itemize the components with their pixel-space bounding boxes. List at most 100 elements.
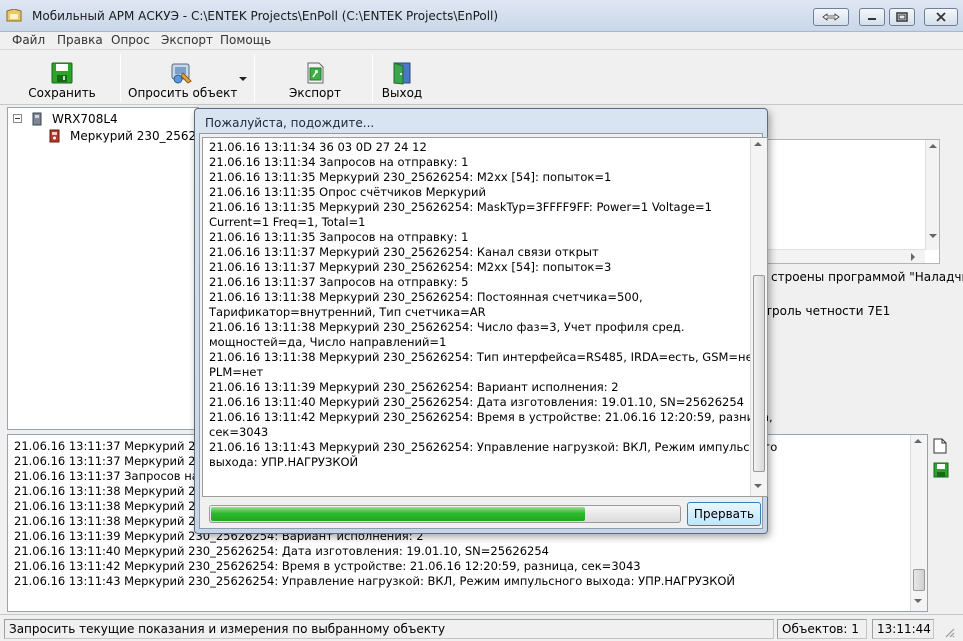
toolbar: Сохранить Опросить объект Экспорт Выход [0, 49, 963, 105]
scroll-down-icon[interactable] [914, 599, 922, 603]
log-line: 21.06.16 13:11:37 Меркурий 230_ [14, 454, 216, 468]
progress-dialog: Пожалуйста, подождите... 21.06.16 13:11:… [194, 108, 777, 534]
log-vertical-scrollbar[interactable] [910, 435, 927, 611]
save-label: Сохранить [28, 86, 96, 100]
scroll-right-icon[interactable] [911, 253, 915, 261]
log-line: 21.06.16 13:11:40 Меркурий 230_25626254:… [14, 544, 549, 558]
dialog-log-line: мощностей=да, Число направлений=1 [209, 335, 447, 349]
object-info-pane: строены программой "Наладчик троль четно… [765, 107, 963, 430]
export-icon [307, 62, 324, 84]
dialog-log-line: 21.06.16 13:11:37 Меркурий 230_25626254:… [209, 245, 599, 259]
log-line: 21.06.16 13:11:38 Меркурий 230_ [14, 499, 216, 513]
tree-collapse-toggle[interactable] [13, 114, 22, 123]
toolbar-separator [254, 54, 255, 102]
dialog-body: 21.06.16 13:11:34 36 03 0D 27 24 12 21.06… [199, 133, 777, 529]
switch-window-button[interactable] [813, 8, 849, 26]
meter-icon [48, 129, 62, 146]
poll-dropdown-arrow-icon[interactable] [239, 77, 247, 81]
scroll-up-icon[interactable] [929, 144, 937, 148]
minimize-button[interactable] [859, 8, 885, 26]
dialog-log-line: 21.06.16 13:11:39 Меркурий 230_25626254:… [209, 380, 619, 394]
dialog-log-line: 21.06.16 13:11:38 Меркурий 230_25626254:… [209, 350, 764, 364]
status-bar: Запросить текущие показания и измерения … [0, 614, 963, 641]
exit-button[interactable]: Выход [377, 53, 427, 103]
dialog-log-line: 21.06.16 13:11:34 Запросов на отправку: … [209, 155, 469, 169]
log-line: 21.06.16 13:11:37 Меркурий 230_ [14, 439, 216, 453]
exit-door-icon [393, 62, 411, 85]
dialog-log-line: 21.06.16 13:11:42 Меркурий 230_25626254:… [209, 410, 773, 424]
double-arrow-icon [822, 13, 840, 21]
poll-object-button[interactable]: Опросить объект [128, 53, 238, 103]
info-line: строены программой "Наладчик [771, 270, 963, 284]
scroll-up-icon[interactable] [754, 142, 762, 146]
dialog-log-line: PLM=нет [209, 365, 264, 379]
status-object-count: Объектов: 1 [777, 619, 867, 639]
restore-icon [896, 12, 908, 22]
menu-bar: Файл Правка Опрос Экспорт Помощь [0, 32, 963, 49]
log-line: 21.06.16 13:11:38 Меркурий 230_ [14, 484, 216, 498]
log-line: 21.06.16 13:11:42 Меркурий 230_25626254:… [14, 559, 641, 573]
scroll-down-icon[interactable] [929, 234, 937, 238]
dialog-log-line: 21.06.16 13:11:35 Запросов на отправку: … [209, 230, 469, 244]
toolbar-separator [372, 54, 373, 102]
scroll-up-icon[interactable] [914, 439, 922, 443]
save-icon [51, 62, 73, 84]
scroll-down-icon[interactable] [754, 484, 762, 488]
resize-grip-icon[interactable] [943, 626, 955, 641]
export-label: Экспорт [288, 86, 342, 100]
dialog-log-line: 21.06.16 13:11:37 Запросов на отправку: … [209, 275, 469, 289]
toolbar-separator [120, 54, 121, 102]
object-tree: WRX708L4 Меркурий 230_25626254 [7, 107, 227, 430]
info-line: троль четности 7E1 [765, 304, 891, 318]
menu-help[interactable]: Помощь [220, 33, 271, 47]
close-button[interactable] [924, 8, 958, 26]
menu-export[interactable]: Экспорт [161, 33, 213, 47]
tree-root-item[interactable]: WRX708L4 [52, 112, 118, 126]
status-clock: 13:11:44 [872, 619, 934, 639]
info-horizontal-scrollbar[interactable] [765, 249, 925, 263]
log-scroll-thumb[interactable] [913, 569, 925, 591]
close-icon [936, 12, 946, 22]
maximize-button[interactable] [889, 8, 915, 26]
dialog-log-line: Тарификатор=внутренний, Тип счетчика=AR [209, 305, 486, 319]
save-button[interactable]: Сохранить [22, 53, 102, 103]
save-log-icon[interactable] [933, 462, 949, 481]
info-text-box [765, 139, 940, 264]
dialog-log-line: 21.06.16 13:11:35 Меркурий 230_25626254:… [209, 170, 612, 184]
dialog-log-line: 21.06.16 13:11:37 Меркурий 230_25626254:… [209, 260, 612, 274]
progress-bar-fill [211, 507, 585, 521]
menu-poll[interactable]: Опрос [111, 33, 150, 47]
dialog-log-line: сек=3043 [209, 425, 269, 439]
dialog-log-line: Current=1 Freq=1, Total=1 [209, 215, 366, 229]
log-side-tools [931, 438, 953, 488]
dialog-vertical-scrollbar[interactable] [750, 138, 767, 496]
menu-file[interactable]: Файл [12, 33, 45, 47]
log-line: 21.06.16 13:11:43 Меркурий 230_25626254:… [14, 574, 736, 588]
title-bar: Мобильный АРМ АСКУЭ - C:\ENTEK Projects\… [0, 0, 963, 32]
status-hint: Запросить текущие показания и измерения … [4, 619, 774, 639]
dialog-log-line: 21.06.16 13:11:38 Меркурий 230_25626254:… [209, 290, 643, 304]
app-icon [6, 8, 22, 23]
dialog-log-line: 21.06.16 13:11:34 36 03 0D 27 24 12 [209, 140, 427, 154]
exit-label: Выход [381, 86, 423, 100]
dialog-log: 21.06.16 13:11:34 36 03 0D 27 24 12 21.06… [202, 137, 777, 497]
poll-object-icon [171, 63, 192, 84]
progress-bar [209, 505, 681, 523]
dialog-scroll-thumb[interactable] [753, 275, 765, 472]
export-button[interactable]: Экспорт [276, 53, 354, 103]
dialog-log-line: 21.06.16 13:11:35 Опрос счётчиков Меркур… [209, 185, 486, 199]
abort-button[interactable]: Прервать [687, 502, 761, 526]
poll-object-label: Опросить объект [128, 86, 238, 100]
dialog-log-line: выхода: УПР.НАГРУЗКОЙ [209, 455, 359, 469]
dialog-log-line: 21.06.16 13:11:40 Меркурий 230_25626254:… [209, 395, 744, 409]
dialog-title: Пожалуйста, подождите... [205, 116, 375, 130]
window-title: Мобильный АРМ АСКУЭ - C:\ENTEK Projects\… [32, 9, 499, 23]
menu-edit[interactable]: Правка [57, 33, 103, 47]
device-group-icon [32, 112, 42, 129]
log-line: 21.06.16 13:11:38 Меркурий 230_ [14, 514, 216, 528]
dialog-log-line: 21.06.16 13:11:35 Меркурий 230_25626254:… [209, 200, 712, 214]
new-document-icon[interactable] [933, 438, 947, 457]
log-line: 21.06.16 13:11:37 Запросов на [14, 469, 199, 483]
info-vertical-scrollbar[interactable] [925, 140, 939, 250]
dialog-log-line: 21.06.16 13:11:38 Меркурий 230_25626254:… [209, 320, 685, 334]
